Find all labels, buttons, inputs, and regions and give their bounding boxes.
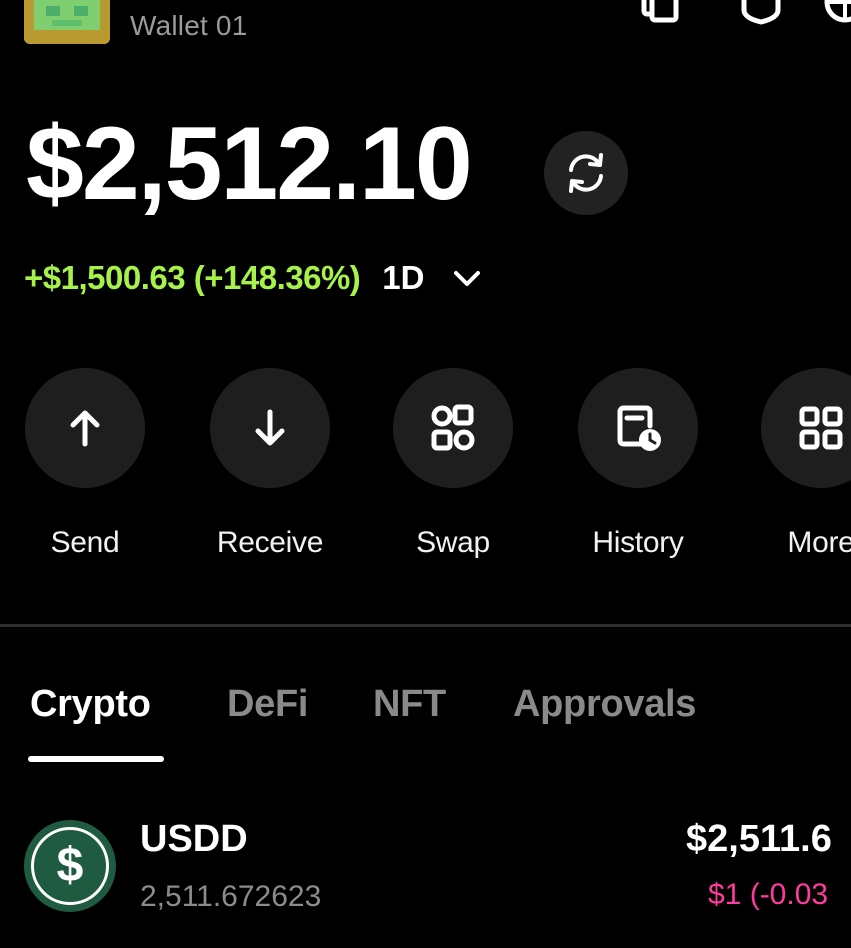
refresh-button[interactable]	[544, 131, 628, 215]
history-button[interactable]	[578, 368, 698, 488]
chevron-down-icon[interactable]	[450, 261, 484, 295]
dollar-icon: $	[31, 827, 109, 905]
period-selector[interactable]: 1D	[382, 259, 424, 297]
history-action[interactable]: History	[558, 368, 718, 560]
copy-icon[interactable]	[636, 0, 686, 30]
receive-button[interactable]	[210, 368, 330, 488]
history-label: History	[592, 526, 684, 559]
tab-defi[interactable]: DeFi	[227, 683, 308, 726]
more-button[interactable]	[761, 368, 851, 488]
tab-approvals[interactable]: Approvals	[513, 683, 696, 726]
swap-label: Swap	[416, 526, 490, 559]
asset-price-change: $1 (-0.03	[708, 878, 829, 911]
arrow-down-icon	[255, 409, 285, 446]
more-action[interactable]: More	[741, 368, 851, 560]
total-balance: $2,512.10	[26, 106, 473, 222]
send-action[interactable]: Send	[5, 368, 165, 560]
receive-label: Receive	[216, 526, 324, 559]
receive-action[interactable]: Receive	[190, 368, 350, 560]
usdd-logo[interactable]: $	[24, 820, 116, 912]
wallet-avatar[interactable]	[24, 0, 110, 44]
globe-icon[interactable]	[820, 0, 851, 30]
asset-amount: 2,511.672623	[140, 880, 322, 913]
history-icon	[617, 405, 661, 451]
tab-nft[interactable]: NFT	[373, 683, 446, 726]
send-label: Send	[50, 526, 120, 559]
wallet-name[interactable]: Wallet 01	[130, 10, 247, 42]
header: Wallet 01	[0, 0, 851, 60]
swap-icon	[431, 404, 475, 451]
more-label: More	[787, 526, 851, 559]
section-divider	[0, 624, 851, 627]
arrow-up-icon	[70, 410, 100, 447]
asset-symbol[interactable]: USDD	[140, 818, 248, 861]
active-tab-indicator	[28, 756, 164, 762]
shield-icon[interactable]	[736, 0, 786, 30]
asset-value: $2,511.6	[686, 818, 832, 860]
swap-action[interactable]: Swap	[373, 368, 533, 560]
swap-button[interactable]	[393, 368, 513, 488]
tab-crypto[interactable]: Crypto	[30, 683, 151, 726]
send-button[interactable]	[25, 368, 145, 488]
grid-icon	[799, 406, 843, 450]
refresh-icon	[569, 153, 603, 193]
balance-change-row: +$1,500.63 (+148.36%) 1D	[24, 258, 484, 298]
balance-change: +$1,500.63 (+148.36%)	[24, 259, 361, 296]
